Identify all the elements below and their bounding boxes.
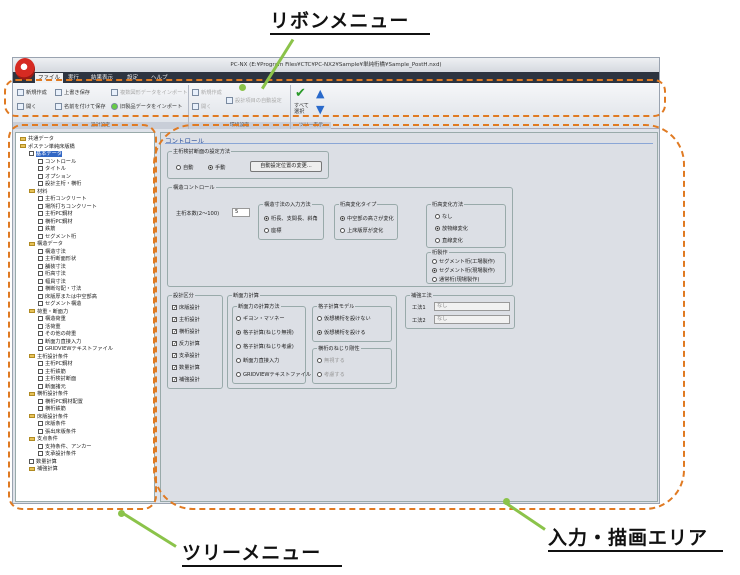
highlight-ribbon xyxy=(4,79,666,117)
connector-dot xyxy=(118,510,125,517)
callout-underline xyxy=(182,565,342,567)
callout-ribbon-menu: リボンメニュー xyxy=(270,10,410,32)
callout-tree-menu: ツリーメニュー xyxy=(182,542,322,564)
callout-input-area: 入力・描画エリア xyxy=(548,527,709,549)
callout-underline xyxy=(270,33,430,35)
highlight-input-area xyxy=(153,124,685,510)
callout-underline xyxy=(548,550,723,552)
window-title: PC-NX (E:¥Program Files¥CTC¥PC-NX2¥Sampl… xyxy=(13,58,659,72)
connector-tree xyxy=(122,512,177,548)
connector-dot xyxy=(503,498,510,505)
highlight-tree xyxy=(8,124,157,510)
connector-dot xyxy=(239,84,246,91)
app-logo-icon[interactable] xyxy=(15,58,35,80)
